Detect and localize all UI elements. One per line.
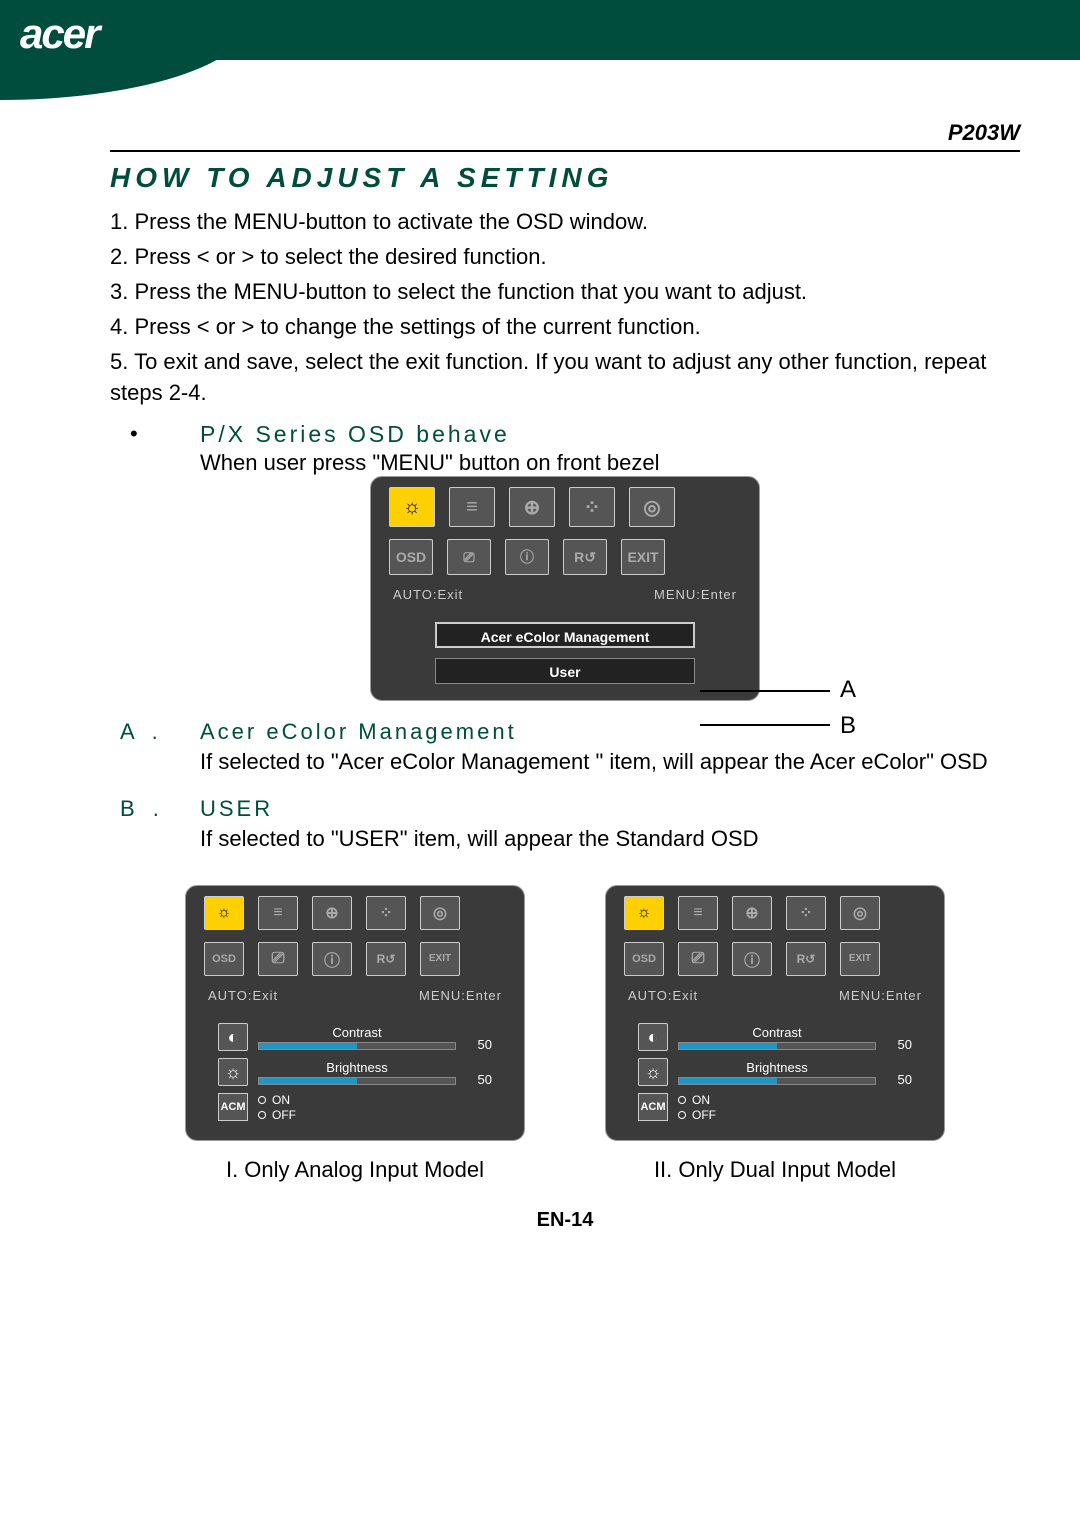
osd-main-panel: OSD R↺ EXIT AUTO:Exit MENU:Enter Acer eC… — [370, 476, 760, 701]
signal-icon[interactable] — [258, 942, 298, 976]
signal-icon[interactable] — [447, 539, 491, 575]
information-icon[interactable] — [312, 942, 352, 976]
hint-menu-enter: MENU:Enter — [839, 988, 922, 1003]
step-4: 4. Press < or > to change the settings o… — [110, 311, 1020, 343]
reset-icon[interactable]: R↺ — [366, 942, 406, 976]
signal-icon[interactable] — [678, 942, 718, 976]
brightness-icon[interactable] — [624, 896, 664, 930]
bullet-icon: • — [110, 421, 200, 476]
acm-icon: ACM — [218, 1093, 248, 1121]
osd-dual-panel: OSD R↺ EXIT AUTO:Exit MENU:Enter Contras… — [605, 885, 945, 1141]
contrast-icon — [638, 1023, 668, 1051]
acm-icon: ACM — [638, 1093, 668, 1121]
position-icon[interactable] — [509, 487, 555, 527]
analog-caption: I. Only Analog Input Model — [226, 1157, 484, 1183]
contrast-slider[interactable] — [258, 1042, 456, 1050]
language-icon[interactable] — [840, 896, 880, 930]
acm-off-radio[interactable] — [678, 1111, 686, 1119]
information-icon[interactable] — [732, 942, 772, 976]
exit-icon[interactable]: EXIT — [840, 942, 880, 976]
step-5: 5. To exit and save, select the exit fun… — [110, 346, 1020, 410]
acm-on-radio[interactable] — [678, 1096, 686, 1104]
position-icon[interactable] — [312, 896, 352, 930]
information-icon[interactable] — [505, 539, 549, 575]
callout-line-a — [700, 690, 830, 692]
brand-logo: acer — [20, 10, 98, 58]
osd-setting-icon[interactable]: OSD — [389, 539, 433, 575]
behave-row: • P/X Series OSD behave When user press … — [110, 421, 1020, 476]
brightness-slider[interactable] — [678, 1077, 876, 1085]
model-label: P203W — [948, 120, 1020, 146]
contrast-label: Contrast — [678, 1025, 876, 1040]
brightness-icon[interactable] — [389, 487, 435, 527]
step-3: 3. Press the MENU-button to select the f… — [110, 276, 1020, 308]
ecolor-management-button[interactable]: Acer eColor Management — [435, 622, 695, 648]
callout-a: A — [840, 676, 856, 704]
focus-icon[interactable] — [678, 896, 718, 930]
focus-icon[interactable] — [258, 896, 298, 930]
color-icon[interactable] — [786, 896, 826, 930]
behave-title: P/X Series OSD behave — [200, 421, 1020, 448]
section-title: HOW TO ADJUST A SETTING — [110, 162, 1020, 194]
acm-off-label: OFF — [692, 1108, 716, 1122]
sub-a-title: Acer eColor Management — [200, 719, 1020, 745]
brightness-icon[interactable] — [204, 896, 244, 930]
hint-auto-exit: AUTO:Exit — [628, 988, 698, 1003]
step-2: 2. Press < or > to select the desired fu… — [110, 241, 1020, 273]
brightness-label: Brightness — [678, 1060, 876, 1075]
hint-menu-enter: MENU:Enter — [419, 988, 502, 1003]
dual-caption: II. Only Dual Input Model — [654, 1157, 896, 1183]
acm-on-radio[interactable] — [258, 1096, 266, 1104]
language-icon[interactable] — [629, 487, 675, 527]
exit-icon[interactable]: EXIT — [621, 539, 665, 575]
sub-a-label: A . — [110, 719, 200, 778]
contrast-value: 50 — [886, 1023, 912, 1052]
focus-icon[interactable] — [449, 487, 495, 527]
color-icon[interactable] — [569, 487, 615, 527]
reset-icon[interactable]: R↺ — [786, 942, 826, 976]
brightness-value: 50 — [466, 1058, 492, 1087]
acm-off-radio[interactable] — [258, 1111, 266, 1119]
contrast-label: Contrast — [258, 1025, 456, 1040]
osd-setting-icon[interactable]: OSD — [204, 942, 244, 976]
osd-setting-icon[interactable]: OSD — [624, 942, 664, 976]
sub-b-desc: If selected to "USER" item, will appear … — [200, 824, 1020, 855]
contrast-value: 50 — [466, 1023, 492, 1052]
sub-b-title: USER — [200, 796, 1020, 822]
reset-icon[interactable]: R↺ — [563, 539, 607, 575]
color-icon[interactable] — [366, 896, 406, 930]
subsection-b: B . USER If selected to "USER" item, wil… — [110, 796, 1020, 855]
sub-b-label: B . — [110, 796, 200, 855]
hint-auto-exit: AUTO:Exit — [393, 587, 463, 602]
model-row: P203W — [110, 120, 1020, 152]
hint-auto-exit: AUTO:Exit — [208, 988, 278, 1003]
acm-on-label: ON — [692, 1093, 710, 1107]
user-button[interactable]: User — [435, 658, 695, 684]
position-icon[interactable] — [732, 896, 772, 930]
brightness-slider-icon — [218, 1058, 248, 1086]
behave-desc: When user press "MENU" button on front b… — [200, 450, 1020, 476]
brightness-value: 50 — [886, 1058, 912, 1087]
steps-list: 1. Press the MENU-button to activate the… — [110, 206, 1020, 409]
brightness-label: Brightness — [258, 1060, 456, 1075]
contrast-icon — [218, 1023, 248, 1051]
callout-line-b — [700, 724, 830, 726]
brightness-slider[interactable] — [258, 1077, 456, 1085]
osd-analog-panel: OSD R↺ EXIT AUTO:Exit MENU:Enter Contras… — [185, 885, 525, 1141]
callout-b: B — [840, 712, 856, 740]
step-1: 1. Press the MENU-button to activate the… — [110, 206, 1020, 238]
acm-off-label: OFF — [272, 1108, 296, 1122]
exit-icon[interactable]: EXIT — [420, 942, 460, 976]
page-number: EN-14 — [110, 1209, 1020, 1232]
subsection-a: A . Acer eColor Management If selected t… — [110, 719, 1020, 778]
sub-a-desc: If selected to "Acer eColor Management "… — [200, 747, 1020, 778]
contrast-slider[interactable] — [678, 1042, 876, 1050]
language-icon[interactable] — [420, 896, 460, 930]
hint-menu-enter: MENU:Enter — [654, 587, 737, 602]
acm-on-label: ON — [272, 1093, 290, 1107]
brightness-slider-icon — [638, 1058, 668, 1086]
